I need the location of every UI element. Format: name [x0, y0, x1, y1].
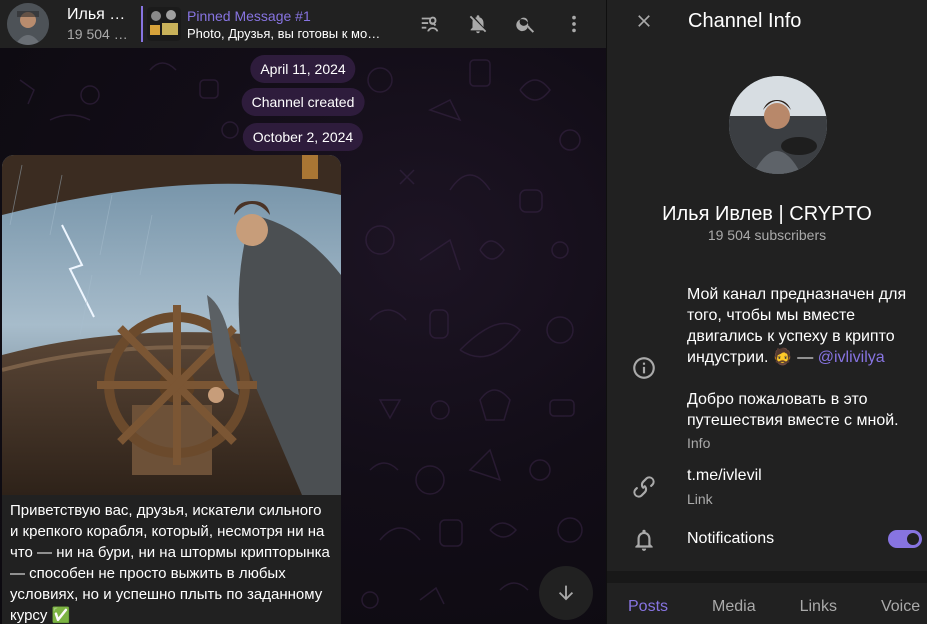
tab-posts[interactable]: Posts [628, 583, 668, 624]
channel-avatar[interactable] [7, 3, 49, 45]
tab-voice[interactable]: Voice [881, 583, 920, 624]
post-text: Приветствую вас, друзья, искатели сильно… [10, 502, 330, 624]
tab-media[interactable]: Media [712, 583, 756, 624]
pinned-title: Pinned Message #1 [187, 7, 311, 24]
close-button[interactable] [624, 1, 664, 41]
tab-links[interactable]: Links [800, 583, 837, 624]
post-photo[interactable] [2, 155, 341, 495]
panel-title: Channel Info [688, 9, 802, 32]
description-mention-link[interactable]: @ivlivilya [818, 349, 885, 366]
channel-title: Илья Ивлев | CRYPTO [662, 203, 872, 225]
media-tabs: Posts Media Links Voice [607, 583, 927, 624]
subscriber-count: 19 504 subscribers [707, 227, 827, 243]
link-icon [631, 474, 657, 500]
channel-post[interactable]: Приветствую вас, друзья, искатели сильно… [2, 155, 341, 624]
tabs-separator [607, 571, 927, 583]
scroll-down-button[interactable] [539, 566, 593, 620]
pinned-thumbnail [147, 7, 181, 41]
pinned-message-bar[interactable]: Pinned Message #1 Photo, Друзья, вы гото… [141, 6, 381, 42]
bell-icon [631, 527, 657, 553]
pinned-preview-text: Photo, Друзья, вы готовы к моему следующ… [187, 25, 381, 41]
date-separator: April 11, 2024 [250, 55, 356, 83]
channel-name: Илья Ивлев | CRYPTO [67, 6, 129, 23]
chat-area: Илья Ивлев | CRYPTO 19 504 subscribers P… [0, 0, 606, 624]
channel-subscribers: 19 504 subscribers [67, 26, 129, 42]
channel-photo[interactable] [729, 76, 827, 174]
mute-icon[interactable] [458, 4, 498, 44]
channel-info-panel: Channel Info Илья Ивлев | CRYPTO 19 504 … [606, 0, 927, 624]
channel-link[interactable]: t.me/ivlevil [687, 467, 762, 485]
channel-title-block[interactable]: Илья Ивлев | CRYPTO 19 504 subscribers [67, 6, 129, 42]
description-welcome: Добро пожаловать в это путешествия вмест… [687, 391, 899, 429]
date-separator: October 2, 2024 [242, 123, 364, 151]
channel-description[interactable]: Мой канал предназначен для того, чтобы м… [687, 284, 915, 454]
close-icon [638, 15, 650, 27]
info-label: Info [687, 435, 711, 451]
info-icon [631, 355, 657, 381]
notifications-label: Notifications [687, 530, 775, 547]
service-message: Channel created [241, 88, 365, 116]
chat-header: Илья Ивлев | CRYPTO 19 504 subscribers P… [0, 0, 606, 48]
notifications-toggle[interactable] [888, 530, 922, 548]
voice-chat-icon[interactable] [410, 4, 450, 44]
link-label: Link [687, 491, 713, 507]
search-icon[interactable] [506, 4, 546, 44]
arrow-down-icon [558, 585, 574, 601]
more-icon[interactable] [554, 4, 594, 44]
